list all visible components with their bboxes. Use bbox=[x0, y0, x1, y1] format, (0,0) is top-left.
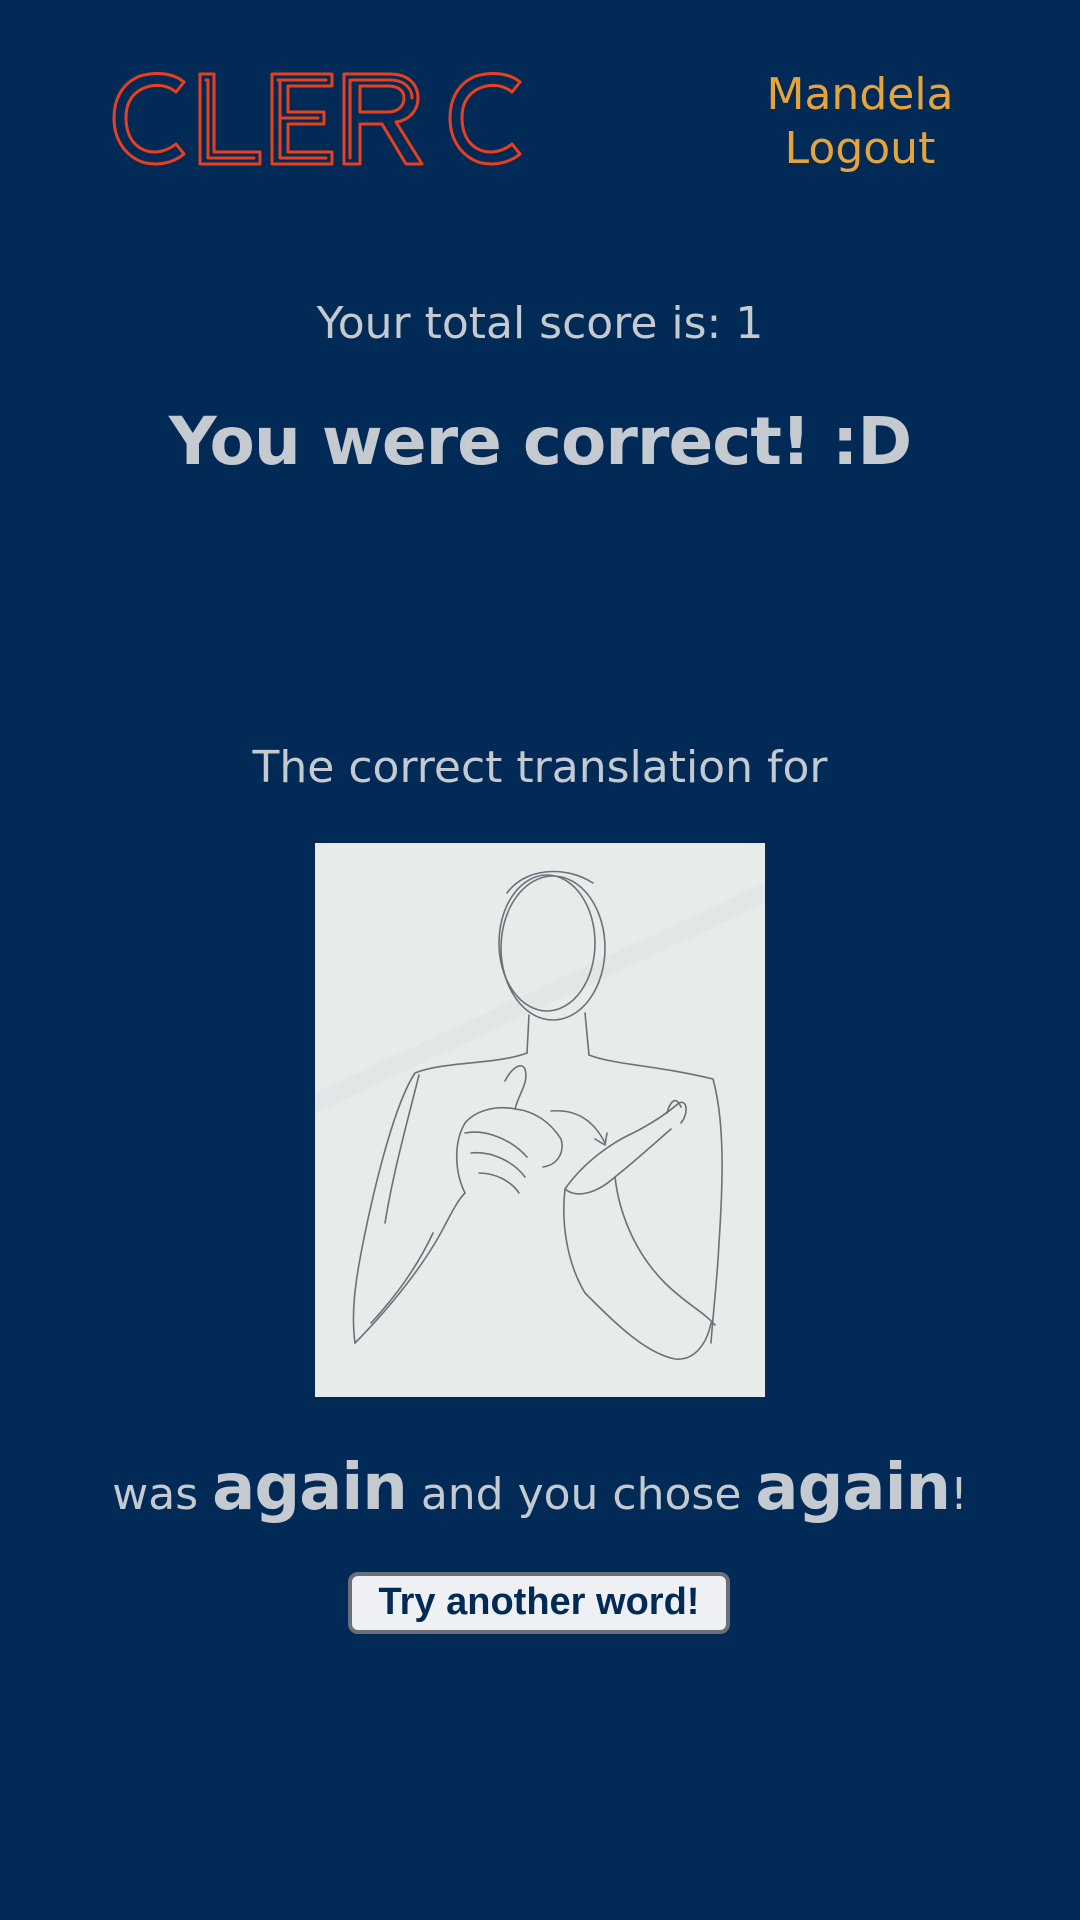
total-score: Your total score is: 1 bbox=[316, 298, 764, 349]
page: Mandela Logout Your total score is: 1 Yo… bbox=[0, 0, 1080, 1920]
username-link[interactable]: Mandela bbox=[740, 68, 980, 122]
answer-middle: and you chose bbox=[420, 1469, 742, 1520]
answer-summary: was again and you chose again! bbox=[0, 1448, 1080, 1535]
chosen-word: again bbox=[755, 1451, 951, 1525]
try-another-word-button[interactable]: Try another word! bbox=[348, 1572, 730, 1634]
result-message: You were correct! :D bbox=[168, 403, 912, 480]
answer-prefix: was bbox=[112, 1469, 199, 1520]
sign-drawing-image bbox=[315, 843, 765, 1397]
answer-suffix: ! bbox=[950, 1469, 968, 1520]
user-nav: Mandela Logout bbox=[740, 68, 980, 176]
correct-word: again bbox=[212, 1451, 408, 1525]
translation-prompt: The correct translation for bbox=[252, 742, 828, 793]
clerc-logo[interactable] bbox=[110, 68, 532, 168]
logout-link[interactable]: Logout bbox=[740, 122, 980, 176]
